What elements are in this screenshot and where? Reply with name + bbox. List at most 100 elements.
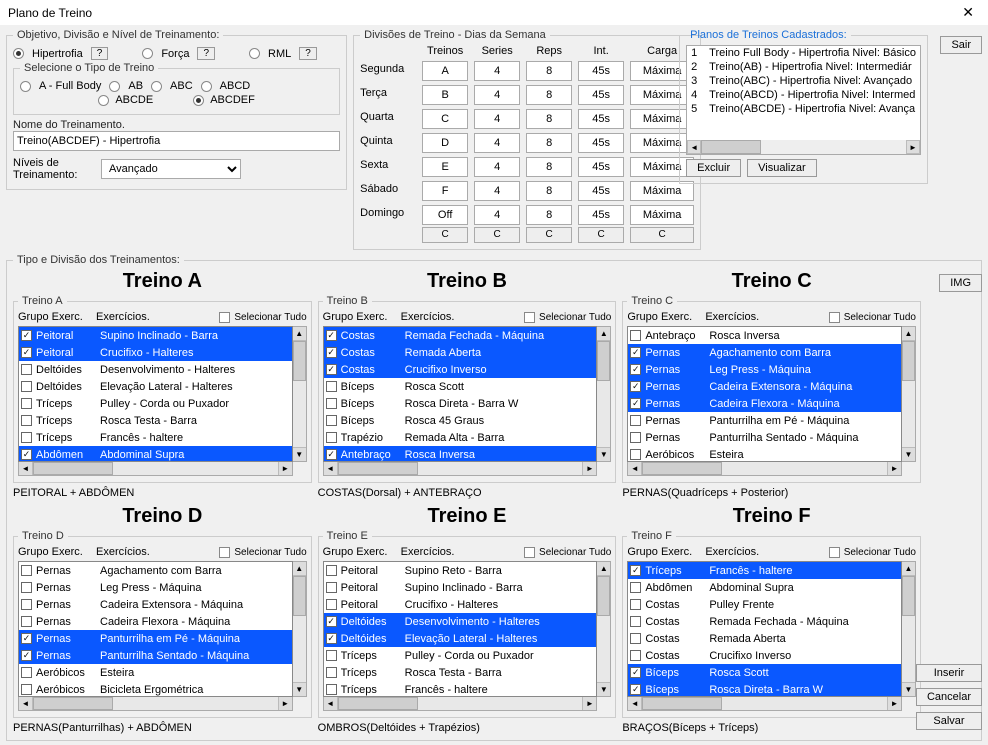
scroll-left-icon[interactable]: ◄ xyxy=(324,697,338,710)
radio-abcd[interactable] xyxy=(201,81,212,92)
row-checkbox[interactable] xyxy=(326,364,337,375)
scroll-down-icon[interactable]: ▼ xyxy=(902,447,915,461)
scroll-down-icon[interactable]: ▼ xyxy=(902,682,915,696)
row-checkbox[interactable] xyxy=(630,633,641,644)
cell-treino[interactable]: D xyxy=(422,133,468,153)
exercise-row[interactable]: TrícepsRosca Testa - Barra xyxy=(324,664,597,681)
row-checkbox[interactable] xyxy=(326,616,337,627)
cell-series[interactable]: 4 xyxy=(474,157,520,177)
grid-vscroll[interactable]: ▲▼ xyxy=(597,326,611,462)
exercise-row[interactable]: CostasRemada Fechada - Máquina xyxy=(628,613,901,630)
exercise-row[interactable]: CostasCrucifixo Inverso xyxy=(628,647,901,664)
row-checkbox[interactable] xyxy=(21,582,32,593)
exercise-grid[interactable]: PernasAgachamento com BarraPernasLeg Pre… xyxy=(18,561,293,697)
exercise-row[interactable]: TrícepsRosca Testa - Barra xyxy=(19,412,292,429)
exercise-row[interactable]: PernasCadeira Flexora - Máquina xyxy=(19,613,292,630)
select-all-checkbox[interactable] xyxy=(219,312,230,323)
exercise-grid[interactable]: PeitoralSupino Inclinado - BarraPeitoral… xyxy=(18,326,293,462)
radio-abc[interactable] xyxy=(151,81,162,92)
help-forca[interactable]: ? xyxy=(197,47,215,60)
row-checkbox[interactable] xyxy=(21,650,32,661)
scroll-thumb[interactable] xyxy=(902,341,915,381)
close-icon[interactable]: ✕ xyxy=(956,4,980,21)
exercise-row[interactable]: DeltóidesDesenvolvimento - Halteres xyxy=(19,361,292,378)
nivel-select[interactable]: Avançado xyxy=(101,159,241,179)
exercise-row[interactable]: PernasPanturrilha Sentado - Máquina xyxy=(628,429,901,446)
img-button[interactable]: IMG xyxy=(939,274,982,292)
scroll-right-icon[interactable]: ► xyxy=(887,697,901,710)
scroll-left-icon[interactable]: ◄ xyxy=(628,697,642,710)
plan-row[interactable]: 2Treino(AB) - Hipertrofia Nivel: Interme… xyxy=(687,60,920,74)
scroll-up-icon[interactable]: ▲ xyxy=(597,327,610,341)
cell-treino[interactable]: E xyxy=(422,157,468,177)
row-checkbox[interactable] xyxy=(21,565,32,576)
row-checkbox[interactable] xyxy=(630,364,641,375)
exercise-row[interactable]: PernasPanturrilha em Pé - Máquina xyxy=(628,412,901,429)
row-checkbox[interactable] xyxy=(21,364,32,375)
row-checkbox[interactable] xyxy=(326,330,337,341)
row-checkbox[interactable] xyxy=(630,599,641,610)
scroll-thumb[interactable] xyxy=(902,576,915,616)
cell-reps[interactable]: 8 xyxy=(526,181,572,201)
exercise-grid[interactable]: CostasRemada Fechada - MáquinaCostasRema… xyxy=(323,326,598,462)
exercise-row[interactable]: PeitoralSupino Inclinado - Barra xyxy=(19,327,292,344)
cell-reps[interactable]: 8 xyxy=(526,133,572,153)
cell-reps[interactable]: 8 xyxy=(526,61,572,81)
row-checkbox[interactable] xyxy=(326,432,337,443)
cell-int[interactable]: 45s xyxy=(578,109,624,129)
grid-hscroll[interactable]: ◄► xyxy=(18,697,293,711)
cell-series[interactable]: 4 xyxy=(474,133,520,153)
scroll-up-icon[interactable]: ▲ xyxy=(293,327,306,341)
exercise-row[interactable]: CostasRemada Fechada - Máquina xyxy=(324,327,597,344)
scroll-left-icon[interactable]: ◄ xyxy=(324,462,338,475)
grid-vscroll[interactable]: ▲▼ xyxy=(902,326,916,462)
scroll-thumb[interactable] xyxy=(642,697,722,710)
row-checkbox[interactable] xyxy=(326,565,337,576)
exercise-row[interactable]: PernasLeg Press - Máquina xyxy=(19,579,292,596)
scroll-thumb[interactable] xyxy=(701,140,761,154)
radio-ab[interactable] xyxy=(109,81,120,92)
scroll-right-icon[interactable]: ► xyxy=(887,462,901,475)
select-all-checkbox[interactable] xyxy=(219,547,230,558)
scroll-thumb[interactable] xyxy=(338,697,418,710)
row-checkbox[interactable] xyxy=(326,347,337,358)
exercise-row[interactable]: PernasPanturrilha Sentado - Máquina xyxy=(19,647,292,664)
cell-series[interactable]: 4 xyxy=(474,109,520,129)
combo-footer[interactable]: C xyxy=(474,227,520,243)
row-checkbox[interactable] xyxy=(326,667,337,678)
nome-treinamento-input[interactable] xyxy=(13,131,340,151)
salvar-button[interactable]: Salvar xyxy=(916,712,982,730)
row-checkbox[interactable] xyxy=(630,565,641,576)
exercise-row[interactable]: AeróbicosEsteira xyxy=(19,664,292,681)
exercise-row[interactable]: TrapézioRemada Alta - Barra xyxy=(324,429,597,446)
scroll-left-icon[interactable]: ◄ xyxy=(628,462,642,475)
exercise-row[interactable]: BícepsRosca Scott xyxy=(628,664,901,681)
grid-hscroll[interactable]: ◄► xyxy=(627,697,902,711)
scroll-up-icon[interactable]: ▲ xyxy=(597,562,610,576)
row-checkbox[interactable] xyxy=(326,650,337,661)
scroll-thumb[interactable] xyxy=(293,341,306,381)
row-checkbox[interactable] xyxy=(630,415,641,426)
scroll-right-icon[interactable]: ► xyxy=(278,462,292,475)
radio-rml[interactable] xyxy=(249,48,260,59)
row-checkbox[interactable] xyxy=(630,432,641,443)
cell-series[interactable]: 4 xyxy=(474,85,520,105)
cell-int[interactable]: 45s xyxy=(578,85,624,105)
exercise-row[interactable]: PernasCadeira Extensora - Máquina xyxy=(19,596,292,613)
row-checkbox[interactable] xyxy=(21,398,32,409)
exercise-row[interactable]: TrícepsPulley - Corda ou Puxador xyxy=(19,395,292,412)
plans-hscroll[interactable]: ◄ ► xyxy=(687,140,920,154)
row-checkbox[interactable] xyxy=(630,582,641,593)
grid-vscroll[interactable]: ▲▼ xyxy=(597,561,611,697)
row-checkbox[interactable] xyxy=(326,633,337,644)
exercise-row[interactable]: AeróbicosEsteira xyxy=(628,446,901,462)
row-checkbox[interactable] xyxy=(630,398,641,409)
exercise-row[interactable]: AbdômenAbdominal Supra xyxy=(19,446,292,462)
select-all-checkbox[interactable] xyxy=(524,547,535,558)
exercise-row[interactable]: PeitoralCrucifixo - Halteres xyxy=(324,596,597,613)
row-checkbox[interactable] xyxy=(630,449,641,460)
scroll-down-icon[interactable]: ▼ xyxy=(293,447,306,461)
grid-vscroll[interactable]: ▲▼ xyxy=(902,561,916,697)
exercise-row[interactable]: PernasCadeira Extensora - Máquina xyxy=(628,378,901,395)
exercise-row[interactable]: TrícepsFrancês - haltere xyxy=(324,681,597,697)
